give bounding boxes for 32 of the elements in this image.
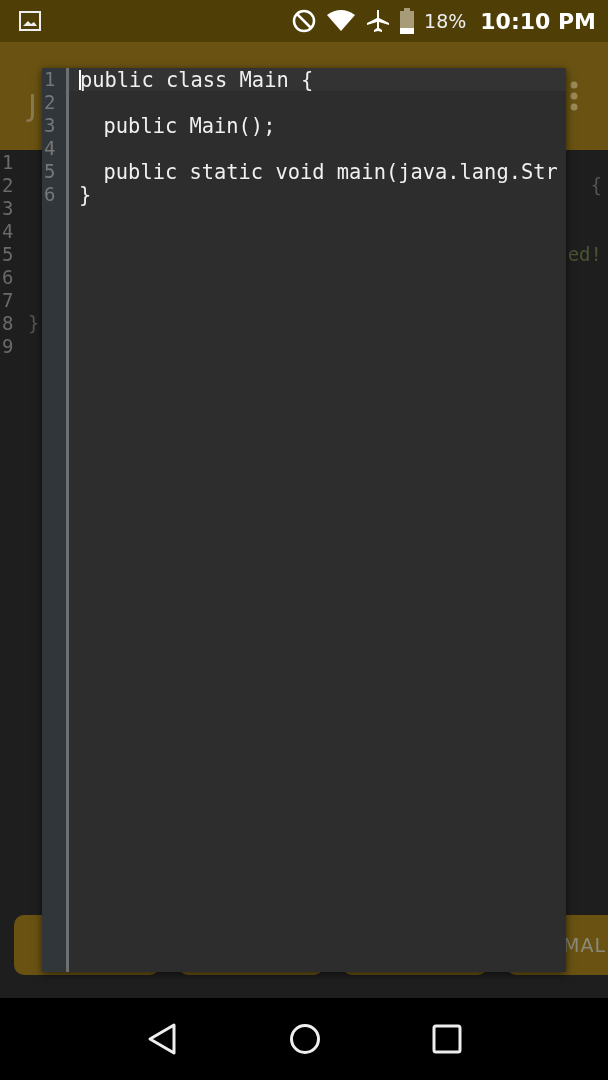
code-text: {	[590, 173, 603, 196]
line-number: 4	[1, 219, 15, 242]
app-title: J	[28, 87, 37, 123]
recents-icon[interactable]	[432, 1024, 463, 1054]
line-number: 6	[1, 265, 15, 288]
code-line: public static void main(java.lang.Str	[102, 159, 558, 184]
code-line: public class Main {	[80, 67, 314, 92]
battery-icon	[400, 8, 415, 34]
code-line: public Main();	[102, 113, 276, 138]
image-icon	[19, 11, 41, 31]
do-not-disturb-icon	[292, 9, 317, 33]
line-number: 3	[1, 196, 15, 219]
line-number: 4	[42, 137, 69, 160]
code-line: }	[79, 182, 92, 207]
line-number: 5	[42, 160, 69, 183]
line-number: 7	[1, 288, 15, 311]
line-number: 2	[1, 173, 15, 196]
wifi-icon	[326, 10, 357, 32]
clock-time: 10:10 PM	[480, 8, 596, 34]
line-number: 1	[1, 150, 15, 173]
line-number: 2	[42, 91, 69, 114]
line-number: 6	[42, 183, 69, 206]
line-number: 1	[42, 68, 69, 91]
airplane-icon	[366, 9, 391, 33]
line-number: 9	[1, 334, 15, 357]
home-icon[interactable]	[289, 1023, 321, 1055]
line-number: 5	[1, 242, 15, 265]
line-number: 3	[42, 114, 69, 137]
text-cursor	[79, 69, 81, 90]
line-number: 8	[1, 311, 15, 334]
code-text: }	[28, 311, 40, 334]
battery-percent: 18%	[424, 10, 467, 32]
